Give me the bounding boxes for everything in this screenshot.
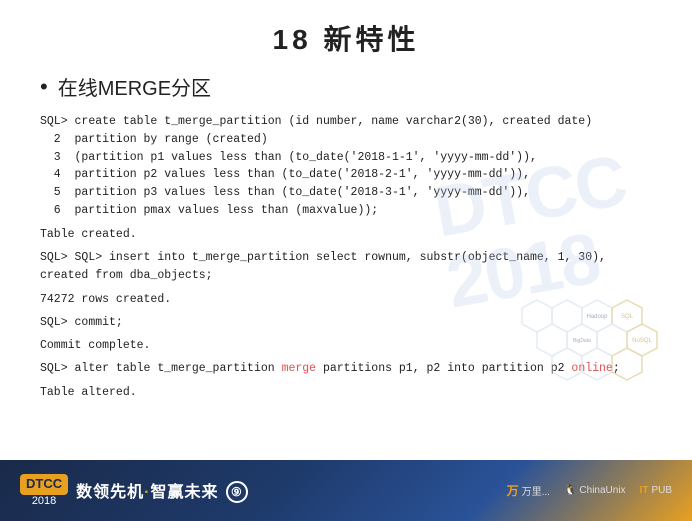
sponsor-chinaunix: 🐧 ChinaUnix xyxy=(564,485,626,496)
sponsor-itpub: IT PUB xyxy=(640,485,672,496)
code-line-1: SQL> create table t_merge_partition (id … xyxy=(40,113,652,131)
result-3: Commit complete. xyxy=(40,339,652,352)
code-line-6: 6 partition pmax values less than (maxva… xyxy=(40,202,652,220)
dtcc-badge: DTCC xyxy=(20,474,68,495)
main-content: 18 新特性 • 在线MERGE分区 SQL> create table t_m… xyxy=(0,0,692,460)
section-heading: • 在线MERGE分区 xyxy=(40,72,652,101)
code-line-3: 3 (partition p1 values less than (to_dat… xyxy=(40,149,652,167)
code-line-5: 5 partition p3 values less than (to_date… xyxy=(40,184,652,202)
keyword-online: online xyxy=(571,362,612,375)
footer-right: 万 万里... 🐧 ChinaUnix IT PUB xyxy=(507,482,672,499)
code-line-2: 2 partition by range (created) xyxy=(40,131,652,149)
code-line-4: 4 partition p2 values less than (to_date… xyxy=(40,166,652,184)
code-text-2: SQL> insert into t_merge_partition selec… xyxy=(40,251,606,282)
footer-slogan: 数领先机·智赢未来 ⑨ xyxy=(76,478,248,504)
footer-left: DTCC 2018 数领先机·智赢未来 ⑨ xyxy=(20,474,248,507)
footer: DTCC 2018 数领先机·智赢未来 ⑨ 万 万里... 🐧 ChinaUni… xyxy=(0,460,692,521)
result-4: Table altered. xyxy=(40,386,652,399)
circle-icon: ⑨ xyxy=(226,481,248,503)
sponsor-wanli: 万 万里... xyxy=(507,482,550,499)
result-2: 74272 rows created. xyxy=(40,293,652,306)
code-block-2: SQL> SQL> insert into t_merge_partition … xyxy=(40,249,652,285)
dtcc-logo-group: DTCC 2018 xyxy=(20,474,68,507)
code-block-3: SQL> commit; xyxy=(40,314,652,332)
section-title: 在线MERGE分区 xyxy=(58,72,211,101)
bullet-icon: • xyxy=(40,74,48,100)
code-block-1: SQL> create table t_merge_partition (id … xyxy=(40,113,652,220)
page-title: 18 新特性 xyxy=(40,18,652,58)
result-1: Table created. xyxy=(40,228,652,241)
dtcc-year: 2018 xyxy=(32,495,56,507)
keyword-merge: merge xyxy=(282,362,317,375)
code-block-4: SQL> alter table t_merge_partition merge… xyxy=(40,360,652,378)
